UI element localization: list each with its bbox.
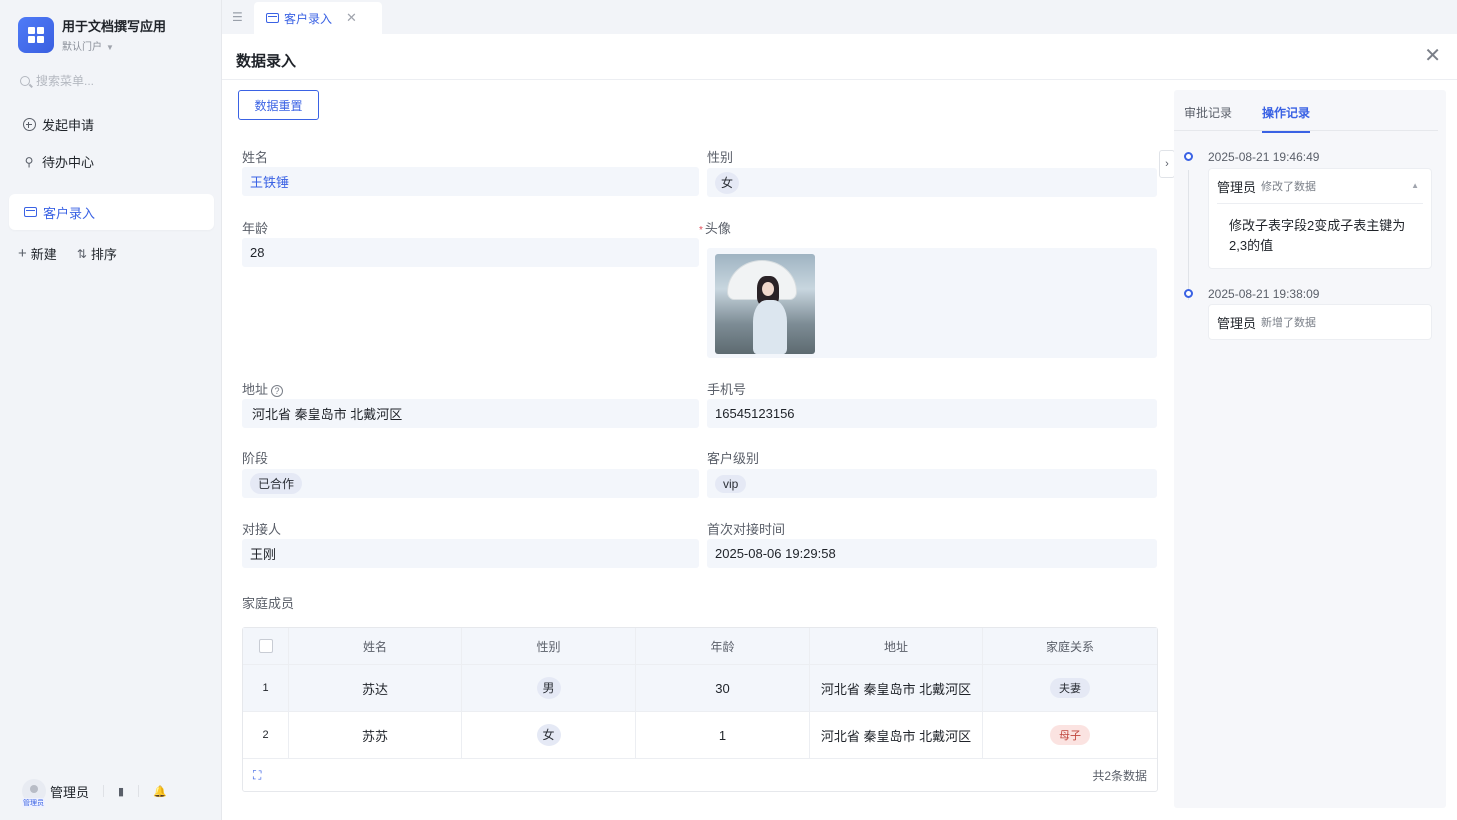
page-title: 数据录入 (236, 53, 297, 70)
avatar-upload[interactable] (707, 248, 1157, 358)
sidebar-item-customer-entry[interactable]: 客户录入 (9, 194, 214, 230)
records-panel: 审批记录 操作记录 2025-08-21 19:46:49 管理员 修改了数据 ▲ … (1174, 90, 1446, 808)
user-name: 管理员 (50, 784, 90, 800)
help-icon[interactable]: ? (271, 385, 284, 397)
stamp-icon: ⚲ (24, 154, 34, 169)
column-header: 年龄 (636, 628, 810, 664)
sidebar: 用于文档撰写应用 默认门户 ▼ 搜索菜单... 发起申请 ⚲ 待办中心 客户录入 … (0, 0, 222, 820)
column-header: 性别 (462, 628, 636, 664)
sort-button[interactable]: ⇅ 排序 (77, 244, 117, 263)
gender-field[interactable]: 女 (707, 168, 1157, 197)
age-label: 年龄 (242, 221, 269, 236)
timeline-dot (1184, 289, 1193, 298)
gender-tag: 女 (536, 724, 561, 746)
level-label: 客户级别 (707, 451, 760, 466)
book-icon[interactable]: ▮ (118, 785, 124, 798)
table-header: 姓名 性别 年龄 地址 家庭关系 (243, 628, 1157, 665)
record-card[interactable]: 管理员 新增了数据 (1208, 304, 1432, 340)
stage-label: 阶段 (242, 451, 269, 466)
tab-operation-records[interactable]: 操作记录 (1262, 104, 1311, 133)
sort-icon: ⇅ (76, 246, 87, 261)
form-card-icon (23, 205, 37, 219)
column-header: 地址 (810, 628, 983, 664)
column-header: 家庭关系 (1045, 639, 1094, 654)
plus-circle-icon (22, 118, 36, 132)
contact-field[interactable]: 王刚 (242, 539, 699, 568)
menu-search-input[interactable]: 搜索菜单... (20, 72, 94, 89)
name-label: 姓名 (242, 150, 269, 165)
age-field[interactable]: 28 (242, 238, 699, 267)
phone-label: 手机号 (707, 382, 747, 397)
record-detail: 修改子表字段2变成子表主键为2,3的值 (1217, 203, 1423, 268)
avatar-photo[interactable] (715, 254, 815, 354)
contact-label: 对接人 (242, 522, 282, 537)
tab-customer-entry[interactable]: 客户录入 ✕ (254, 2, 382, 34)
timeline-dot (1184, 152, 1193, 161)
name-field[interactable]: 王铁锤 (242, 167, 699, 196)
family-table: 姓名 性别 年龄 地址 家庭关系 1 苏达 男 30 河北省 秦皇岛市 北戴河区… (242, 627, 1158, 792)
relation-tag: 夫妻 (1050, 678, 1090, 698)
table-footer: ⛶ 共2条数据 (243, 759, 1157, 791)
sidebar-item-apply[interactable]: 发起申请 (22, 115, 94, 134)
stage-tag: 已合作 (250, 473, 303, 494)
record-time: 2025-08-21 19:46:49 (1208, 150, 1320, 164)
plus-icon: + (18, 245, 27, 262)
address-label: 地址? (242, 379, 284, 398)
close-tab-icon[interactable]: ✕ (346, 10, 357, 26)
bell-icon[interactable]: 🔔 (153, 785, 167, 798)
app-logo-icon (18, 16, 54, 53)
chevron-up-icon[interactable]: ▲ (1411, 181, 1419, 190)
stage-field[interactable]: 已合作 (242, 469, 699, 498)
gender-tag: 男 (536, 677, 561, 699)
avatar-label: * 头像 (699, 221, 731, 236)
gender-tag: 女 (715, 171, 739, 194)
tab-bar: ☰ 客户录入 ✕ (222, 0, 1457, 34)
select-all-checkbox[interactable] (258, 639, 273, 653)
fullscreen-icon[interactable]: ⛶ (253, 768, 261, 783)
app-header[interactable]: 用于文档撰写应用 默认门户 ▼ (18, 16, 166, 53)
sidebar-item-todo[interactable]: ⚲ 待办中心 (22, 152, 94, 171)
level-field[interactable]: vip (707, 469, 1157, 498)
collapse-menu-icon[interactable]: ☰ (232, 10, 243, 24)
record-card[interactable]: 管理员 修改了数据 ▲ 修改子表字段2变成子表主键为2,3的值 (1208, 168, 1432, 269)
column-header: 姓名 (289, 628, 462, 664)
main-panel: 数据录入 ✕ 数据重置 姓名 王铁锤 性别 女 年龄 28 * 头像 地址? 河北… (222, 34, 1457, 820)
chevron-down-icon: ▼ (106, 43, 114, 52)
relation-tag: 母子 (1050, 725, 1090, 745)
table-row[interactable]: 1 苏达 男 30 河北省 秦皇岛市 北戴河区 夫妻 (243, 665, 1157, 712)
table-row[interactable]: 2 苏苏 女 1 河北省 秦皇岛市 北戴河区 母子 (243, 712, 1157, 759)
record-time: 2025-08-21 19:38:09 (1208, 287, 1320, 301)
first-time-label: 首次对接时间 (707, 522, 786, 537)
first-time-field[interactable]: 2025-08-06 19:29:58 (707, 539, 1157, 568)
tab-approval-records[interactable]: 审批记录 (1184, 104, 1232, 133)
avatar[interactable]: 管理员 (22, 779, 46, 808)
total-count: 共2条数据 (1092, 768, 1147, 783)
level-tag: vip (715, 474, 747, 493)
panel-toggle-button[interactable]: › (1159, 150, 1175, 178)
reset-data-button[interactable]: 数据重置 (238, 90, 319, 120)
address-field[interactable]: 河北省 秦皇岛市 北戴河区 (242, 399, 699, 428)
family-members-label: 家庭成员 (242, 596, 295, 611)
app-title: 用于文档撰写应用 (62, 19, 167, 34)
close-icon[interactable]: ✕ (1424, 46, 1441, 66)
gender-label: 性别 (707, 150, 734, 165)
search-icon (20, 75, 30, 86)
new-button[interactable]: + 新建 (18, 244, 57, 263)
form-card-icon (266, 13, 279, 23)
phone-field[interactable]: 16545123156 (707, 399, 1157, 428)
chevron-right-icon: › (1165, 158, 1169, 170)
portal-selector[interactable]: 默认门户 ▼ (62, 38, 166, 53)
